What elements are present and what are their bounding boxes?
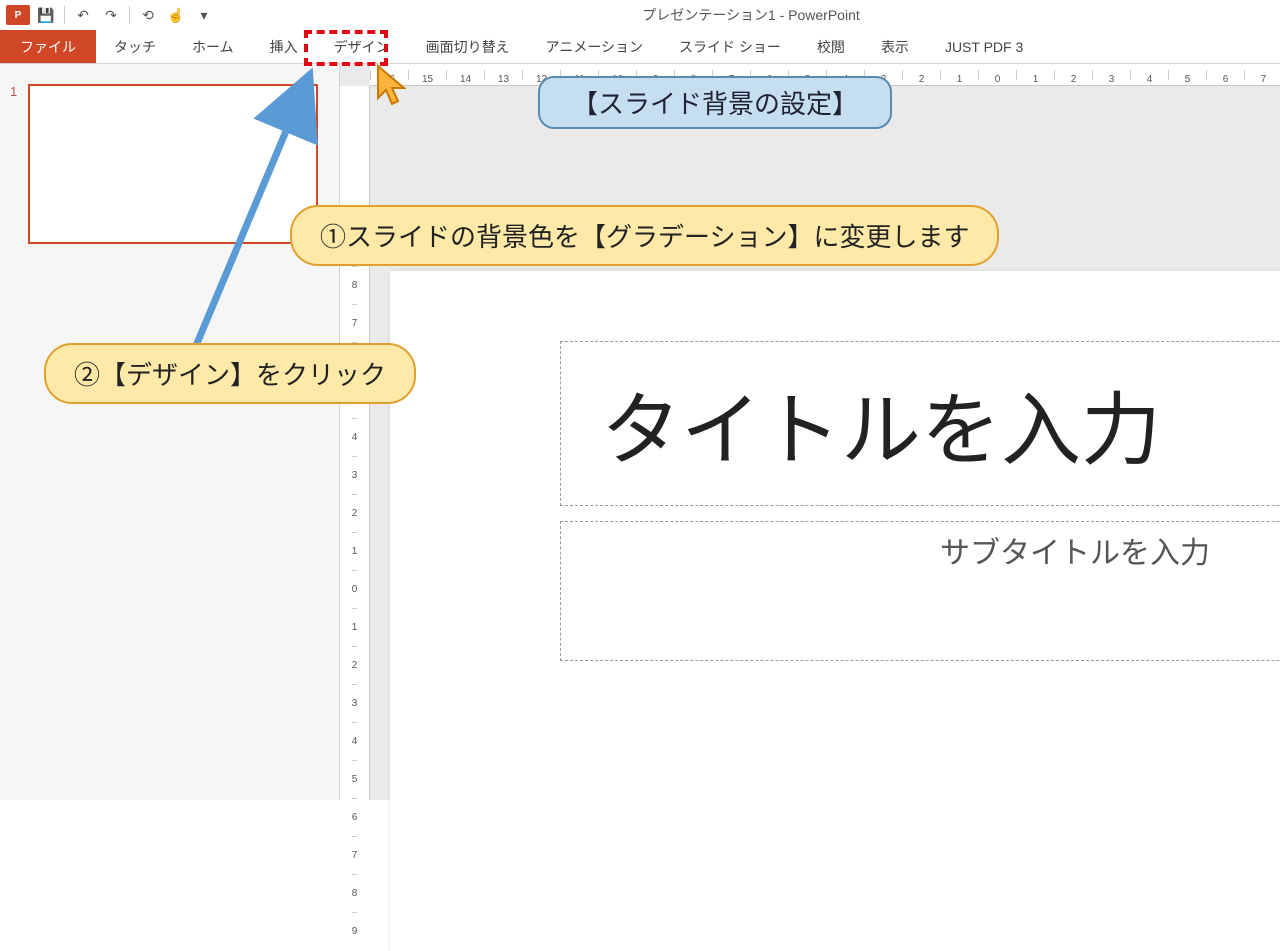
ruler-tick: 8 <box>352 874 358 912</box>
tab-file[interactable]: ファイル <box>0 30 96 63</box>
title-placeholder-text: タイトルを入力 <box>601 366 1161 482</box>
tab-design[interactable]: デザイン <box>316 30 408 63</box>
ruler-tick: 4 <box>352 418 358 456</box>
vertical-ruler: 876543210123456789 <box>340 86 370 800</box>
tab-view[interactable]: 表示 <box>863 30 927 63</box>
save-button[interactable]: 💾 <box>34 3 58 27</box>
annotation-step1: ①スライドの背景色を【グラデーション】に変更します <box>290 205 999 266</box>
app-icon: P <box>6 5 30 25</box>
ruler-tick: 2 <box>352 494 358 532</box>
ruler-tick: 1 <box>352 608 358 646</box>
tab-home[interactable]: ホーム <box>174 30 252 63</box>
ruler-tick: 3 <box>352 456 358 494</box>
tab-touch[interactable]: タッチ <box>96 30 174 63</box>
ruler-tick: 2 <box>352 646 358 684</box>
ruler-tick: 5 <box>1168 70 1206 80</box>
quick-access-toolbar: P 💾 ↶ ↷ ⟲ ☝ ▾ <box>0 3 222 27</box>
ribbon-tabs: ファイル タッチ ホーム 挿入 デザイン 画面切り替え アニメーション スライド… <box>0 30 1280 64</box>
slide-thumbnail-1[interactable]: 1 <box>10 84 329 244</box>
ruler-tick: 4 <box>352 722 358 760</box>
annotation-step2: ②【デザイン】をクリック <box>44 343 416 404</box>
title-placeholder[interactable]: タイトルを入力 <box>560 341 1280 506</box>
restart-button[interactable]: ⟲ <box>136 3 160 27</box>
title-bar: P 💾 ↶ ↷ ⟲ ☝ ▾ プレゼンテーション1 - PowerPoint <box>0 0 1280 30</box>
ruler-tick: 2 <box>902 70 940 80</box>
slide-thumbnail-panel[interactable]: 1 <box>0 64 340 800</box>
ruler-tick: 0 <box>978 70 1016 80</box>
separator <box>64 6 65 24</box>
tab-transitions[interactable]: 画面切り替え <box>408 30 528 63</box>
slide-thumbnail[interactable] <box>28 84 318 244</box>
ruler-tick: 7 <box>352 836 358 874</box>
ruler-tick: 3 <box>1092 70 1130 80</box>
ruler-tick: 3 <box>352 684 358 722</box>
ruler-tick: 1 <box>1016 70 1054 80</box>
ruler-tick: 2 <box>1054 70 1092 80</box>
tab-insert[interactable]: 挿入 <box>252 30 316 63</box>
editor-canvas[interactable]: タイトルを入力 サブタイトルを入力 <box>370 86 1280 800</box>
slide-number: 1 <box>10 84 28 244</box>
ruler-tick: 5 <box>352 760 358 798</box>
separator <box>129 6 130 24</box>
slide[interactable]: タイトルを入力 サブタイトルを入力 <box>390 271 1280 951</box>
workspace: 1 16151413121110987654321012345678910111… <box>0 64 1280 800</box>
subtitle-placeholder[interactable]: サブタイトルを入力 <box>560 521 1280 661</box>
tab-justpdf[interactable]: JUST PDF 3 <box>927 30 1041 63</box>
ruler-tick: 13 <box>484 70 522 80</box>
ruler-tick: 7 <box>352 304 358 342</box>
ruler-tick: 8 <box>352 266 358 304</box>
tab-animations[interactable]: アニメーション <box>528 30 661 63</box>
tab-review[interactable]: 校閲 <box>799 30 863 63</box>
ruler-tick: 15 <box>408 70 446 80</box>
subtitle-placeholder-text: サブタイトルを入力 <box>940 528 1210 572</box>
ruler-tick: 1 <box>940 70 978 80</box>
slide-editor: 1615141312111098765432101234567891011121… <box>340 64 1280 800</box>
annotation-header: 【スライド背景の設定】 <box>538 76 892 129</box>
qat-customize-dropdown[interactable]: ▾ <box>192 3 216 27</box>
ruler-tick: 6 <box>352 798 358 836</box>
window-title: プレゼンテーション1 - PowerPoint <box>222 5 1280 25</box>
redo-button[interactable]: ↷ <box>99 3 123 27</box>
ruler-tick: 7 <box>1244 70 1280 80</box>
ruler-tick: 6 <box>1206 70 1244 80</box>
ruler-tick: 16 <box>370 70 408 80</box>
ruler-tick: 1 <box>352 532 358 570</box>
undo-button[interactable]: ↶ <box>71 3 95 27</box>
ruler-tick: 4 <box>1130 70 1168 80</box>
ruler-tick: 14 <box>446 70 484 80</box>
tab-slideshow[interactable]: スライド ショー <box>661 30 799 63</box>
touch-mode-button[interactable]: ☝ <box>164 3 188 27</box>
ruler-tick: 9 <box>352 912 358 950</box>
ruler-tick: 0 <box>352 570 358 608</box>
